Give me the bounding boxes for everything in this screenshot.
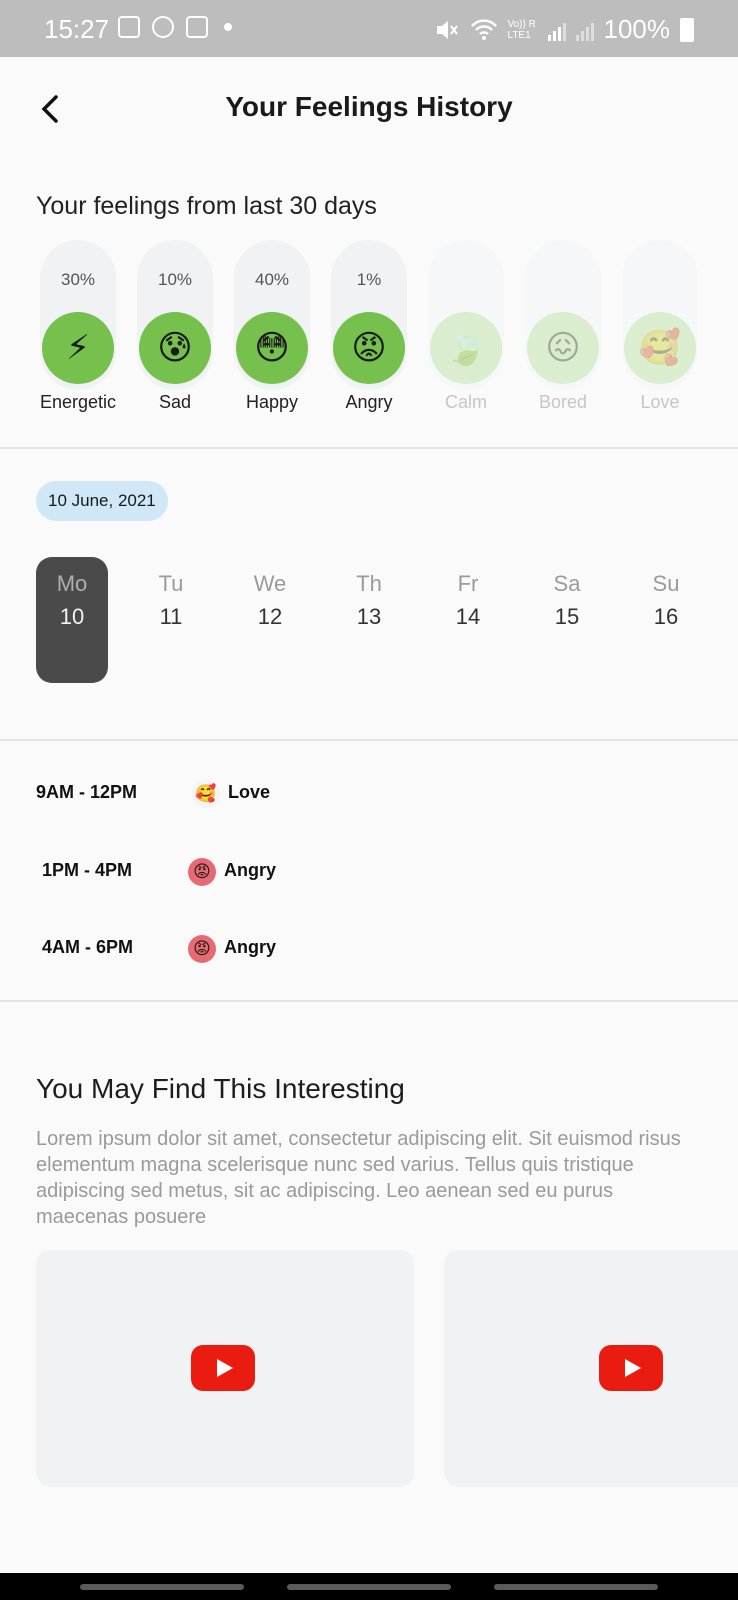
nav-home-button[interactable] — [287, 1584, 451, 1590]
feelings-heading: Your feelings from last 30 days — [36, 192, 377, 220]
day-th[interactable]: Th 13 — [333, 557, 405, 683]
entry-mood: Love — [228, 782, 271, 802]
day-number: 15 — [554, 604, 580, 629]
mood-emoji: 🥰 — [638, 329, 682, 367]
app-header: Your Feelings History — [0, 57, 738, 157]
status-bar: 15:27 Vo)) R LTE1 100% — [0, 0, 738, 57]
day-we[interactable]: We 12 — [234, 557, 306, 683]
mood-percent: 1% — [356, 270, 382, 289]
day-su[interactable]: Su 16 — [630, 557, 702, 683]
mood-percent: 40% — [254, 270, 290, 289]
mood-entry-row[interactable]: 9AM - 12PM 🥰 Love — [0, 780, 738, 812]
mood-summary-row: 30% ⚡ Energetic 10% 😰 Sad 40% 😳 Happy 1% 😡 Angry 🍃 Ca… — [30, 240, 720, 420]
gallery-icon — [118, 16, 140, 38]
signal-2-icon — [575, 19, 594, 41]
mood-item-happy[interactable]: 40% 😳 Happy — [224, 240, 320, 420]
mood-entry-row[interactable]: 1PM - 4PM 😡 Angry — [0, 858, 738, 890]
video-card[interactable] — [444, 1250, 738, 1487]
notification-icons — [118, 16, 232, 38]
day-number: 11 — [159, 604, 183, 629]
mood-label: Love — [640, 392, 680, 412]
signal-icon — [547, 19, 566, 41]
entry-emoji-icon: 🥰 — [192, 780, 220, 808]
day-number: 16 — [653, 604, 679, 629]
mood-icon: 😰 — [139, 312, 211, 384]
nav-back-button[interactable] — [494, 1584, 658, 1590]
youtube-play-icon[interactable] — [599, 1345, 663, 1391]
battery-icon — [680, 17, 694, 42]
day-name: Sa — [553, 571, 581, 596]
video-card[interactable] — [36, 1250, 414, 1487]
date-chip[interactable]: 10 June, 2021 — [36, 481, 168, 521]
interesting-title: You May Find This Interesting — [36, 1073, 405, 1104]
day-name: Su — [652, 571, 680, 596]
day-name: Fr — [457, 571, 479, 596]
youtube-play-icon[interactable] — [191, 1345, 255, 1391]
entry-emoji-icon: 😡 — [188, 935, 216, 963]
system-nav-bar — [0, 1573, 738, 1600]
mute-icon — [436, 20, 458, 39]
mood-percent: 10% — [157, 270, 193, 289]
day-fr[interactable]: Fr 14 — [432, 557, 504, 683]
mood-item-angry[interactable]: 1% 😡 Angry — [321, 240, 417, 420]
day-tu[interactable]: Tu 11 — [135, 557, 207, 683]
mood-item-bored[interactable]: 😖 Bored — [515, 240, 611, 420]
mood-emoji: 😳 — [254, 329, 290, 367]
mood-emoji: 🍃 — [444, 329, 488, 367]
mood-emoji: ⚡ — [66, 329, 90, 367]
entry-time: 9AM - 12PM — [36, 782, 138, 802]
mood-emoji: 😡 — [351, 329, 387, 367]
entry-mood: Angry — [224, 937, 277, 957]
day-name: Tu — [158, 571, 184, 596]
status-time: 15:27 — [44, 14, 110, 44]
calendar-icon — [186, 16, 208, 38]
more-notifications-dot-icon — [224, 23, 232, 31]
entry-time: 4AM - 6PM — [42, 937, 134, 957]
mood-icon: ⚡ — [42, 312, 114, 384]
mood-percent: 30% — [60, 270, 96, 289]
day-name: Mo — [56, 571, 88, 596]
app-notification-icon — [152, 16, 174, 38]
mood-emoji: 😖 — [545, 329, 581, 367]
mood-entry-row[interactable]: 4AM - 6PM 😡 Angry — [0, 935, 738, 967]
divider — [0, 739, 738, 741]
day-name: Th — [356, 571, 382, 596]
mood-icon: 😖 — [527, 312, 599, 384]
wifi-icon — [470, 18, 497, 40]
mood-item-sad[interactable]: 10% 😰 Sad — [127, 240, 223, 420]
mood-icon: 😡 — [333, 312, 405, 384]
day-name: We — [253, 571, 287, 596]
day-number: 10 — [59, 604, 85, 629]
divider — [0, 1000, 738, 1002]
week-selector: Mo 10 Tu 11 We 12 Th 13 Fr 14 Sa 15 Su 16 — [36, 557, 726, 683]
day-number: 12 — [257, 604, 283, 629]
mood-icon: 🍃 — [430, 312, 502, 384]
entry-mood: Angry — [224, 860, 277, 880]
interesting-body: Lorem ipsum dolor sit amet, consectetur … — [36, 1128, 681, 1228]
mood-icon: 🥰 — [624, 312, 696, 384]
nav-recents-button[interactable] — [80, 1584, 244, 1590]
mood-item-energetic[interactable]: 30% ⚡ Energetic — [30, 240, 126, 420]
mood-item-calm[interactable]: 🍃 Calm — [418, 240, 514, 420]
day-sa[interactable]: Sa 15 — [531, 557, 603, 683]
entry-time: 1PM - 4PM — [42, 860, 133, 880]
status-right: Vo)) R LTE1 100% — [434, 14, 694, 45]
mood-item-love[interactable]: 🥰 Love — [612, 240, 708, 420]
page-title: Your Feelings History — [225, 91, 513, 122]
mood-emoji: 😰 — [157, 329, 193, 367]
divider — [0, 447, 738, 449]
network-label: Vo)) R LTE1 — [507, 18, 536, 41]
battery-percent: 100% — [603, 14, 671, 44]
day-mo[interactable]: Mo 10 — [36, 557, 108, 683]
mood-icon: 😳 — [236, 312, 308, 384]
day-number: 14 — [455, 604, 481, 629]
day-number: 13 — [356, 604, 382, 629]
entry-emoji-icon: 😡 — [188, 858, 216, 886]
